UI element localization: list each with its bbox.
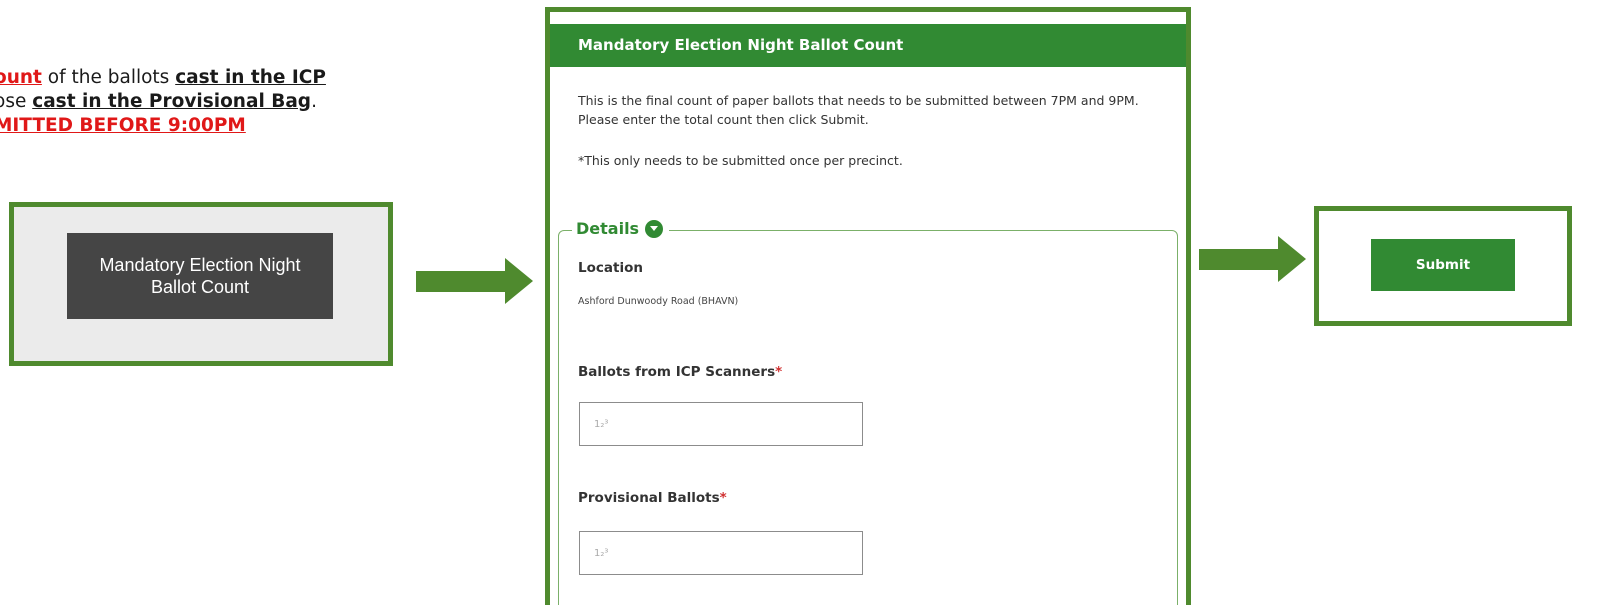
instruction-text: ount of the ballots cast in the ICP ose … bbox=[0, 66, 464, 138]
arrow-shaft bbox=[416, 271, 506, 292]
instruction-fragment: ount bbox=[0, 67, 42, 88]
instruction-fragment: cast in the ICP bbox=[175, 67, 326, 88]
provisional-ballots-label: Provisional Ballots* bbox=[578, 490, 727, 506]
provisional-ballots-label-text: Provisional Ballots bbox=[578, 490, 720, 506]
ballot-count-form-panel: Mandatory Election Night Ballot Count Th… bbox=[545, 7, 1191, 605]
form-description: This is the final count of paper ballots… bbox=[578, 93, 1139, 127]
details-section-title: Details bbox=[576, 219, 640, 238]
location-label: Location bbox=[578, 260, 643, 276]
instruction-line-2: ose cast in the Provisional Bag. bbox=[0, 90, 464, 114]
chevron-down-icon bbox=[645, 219, 664, 238]
instruction-line-3: MITTED BEFORE 9:00PM bbox=[0, 114, 464, 138]
mandatory-ballot-count-button[interactable]: Mandatory Election Night Ballot Count bbox=[67, 233, 333, 319]
instruction-fragment: MITTED BEFORE 9:00PM bbox=[0, 115, 246, 136]
instruction-fragment: ose bbox=[0, 91, 27, 112]
instruction-fragment: cast in the Provisional Bag bbox=[32, 91, 312, 112]
submit-button[interactable]: Submit bbox=[1371, 239, 1515, 291]
arrow-right-icon bbox=[1199, 236, 1307, 282]
arrow-right-icon bbox=[416, 258, 533, 304]
arrow-head bbox=[1278, 236, 1306, 282]
instruction-fragment: . bbox=[311, 91, 317, 112]
icp-ballots-label: Ballots from ICP Scanners* bbox=[578, 364, 782, 380]
details-section-toggle[interactable]: Details bbox=[572, 219, 670, 238]
arrow-shaft bbox=[1199, 249, 1279, 270]
instruction-fragment: of the ballots bbox=[41, 67, 176, 88]
required-marker: * bbox=[719, 490, 727, 506]
location-value: Ashford Dunwoody Road (BHAVN) bbox=[578, 296, 739, 307]
launch-button-callout: Mandatory Election Night Ballot Count bbox=[9, 202, 393, 366]
required-marker: * bbox=[775, 364, 783, 380]
submit-button-callout: Submit bbox=[1314, 206, 1572, 326]
provisional-ballots-input[interactable]: 1₂³ bbox=[579, 531, 863, 575]
instruction-line-1: ount of the ballots cast in the ICP bbox=[0, 66, 464, 90]
arrow-head bbox=[505, 258, 533, 304]
form-note: *This only needs to be submitted once pe… bbox=[578, 153, 903, 168]
icp-ballots-input[interactable]: 1₂³ bbox=[579, 402, 863, 446]
form-title: Mandatory Election Night Ballot Count bbox=[550, 24, 1186, 67]
icp-ballots-label-text: Ballots from ICP Scanners bbox=[578, 364, 776, 380]
